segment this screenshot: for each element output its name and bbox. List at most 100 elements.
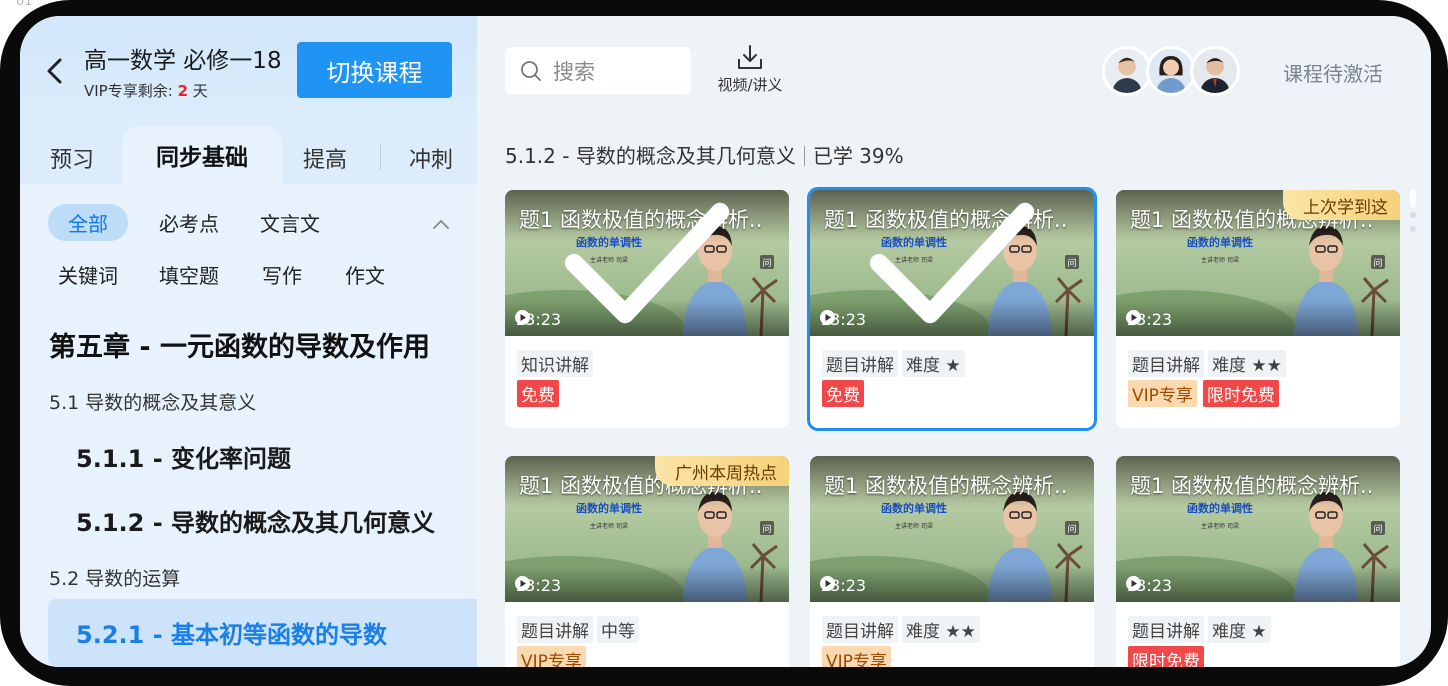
video-badges: 免费 [517, 380, 559, 407]
video-tags: 知识讲解 [517, 350, 593, 377]
course-title: 高一数学 必修一18 [84, 48, 282, 74]
vip-badge: VIP专享 [517, 646, 586, 667]
tab-divider [380, 144, 381, 170]
filter-composition[interactable]: 作文 [345, 260, 385, 289]
search-input[interactable]: 搜索 [505, 47, 691, 94]
video-tags: 题目讲解 难度 ★ [1128, 616, 1271, 643]
search-placeholder: 搜索 [553, 59, 595, 84]
section-title: 5.1 导数的概念及其意义 [49, 392, 257, 414]
free-badge: 免费 [822, 380, 864, 407]
video-badges: 免费 [822, 380, 864, 407]
teacher-avatar [1190, 46, 1240, 96]
tab-improve[interactable]: 提高 [303, 142, 347, 174]
tab-sync-basics[interactable]: 同步基础 [122, 126, 282, 184]
download-button[interactable]: 视频/讲义 [705, 44, 795, 100]
tab-sprint[interactable]: 冲刺 [409, 142, 453, 174]
main-content: 搜索 视频/讲义 课程待激活 5.1.2 - 导数的概念及其几何意义 已学 39… [477, 16, 1431, 667]
lesson-item[interactable]: 5.1.1 - 变化率问题 [76, 439, 291, 474]
video-duration: 13:23 [515, 576, 561, 595]
teacher-avatar-image [1193, 49, 1237, 93]
teacher-avatar-image [1105, 49, 1149, 93]
back-icon [47, 58, 62, 84]
free-badge: 免费 [517, 380, 559, 407]
card-ribbon: 广州本周热点 [655, 456, 789, 486]
video-thumbnail: 问 函数的单调性 主讲老师 司梁 题1 函数极值的概念辨析.. 13:23 [810, 456, 1094, 602]
video-badges: VIP专享 [822, 646, 891, 667]
lesson-item-active[interactable]: 5.2.1 - 基本初等函数的导数 [76, 615, 387, 650]
video-badges: VIP专享 限时免费 [1128, 380, 1279, 407]
scroll-thumb [1410, 190, 1416, 208]
teacher-avatars[interactable] [1102, 46, 1242, 96]
tab-preview[interactable]: 预习 [50, 142, 94, 174]
back-button[interactable] [42, 56, 68, 86]
progress-status: 已学 39% [812, 144, 904, 168]
switch-course-button[interactable]: 切换课程 [297, 42, 452, 98]
video-badges: 限时免费 [1128, 646, 1204, 667]
progress-divider [803, 146, 805, 166]
video-card[interactable]: 问 函数的单调性 主讲老师 司梁 题1 函数极值的概念辨析.. 13:23 上次… [1116, 190, 1400, 428]
video-title: 题1 函数极值的概念辨析.. [824, 474, 1068, 498]
video-card[interactable]: 问 函数的单调性 主讲老师 司梁 题1 函数极值的概念辨析.. 13:23 知识… [505, 190, 789, 428]
vip-remaining-unit: 天 [192, 82, 208, 100]
video-tag: 难度 ★★ [902, 616, 980, 643]
lesson-item[interactable]: 5.1.2 - 导数的概念及其几何意义 [76, 503, 435, 538]
video-tags: 题目讲解 难度 ★ [822, 350, 965, 377]
section-title: 5.2 导数的运算 [49, 568, 181, 590]
sidebar-header: 高一数学 必修一18 VIP专享剩余: 2 天 切换课程 [20, 16, 477, 126]
video-tag: 题目讲解 [1128, 350, 1204, 377]
limited-badge: 限时免费 [1128, 646, 1204, 667]
progress-lesson-title: 5.1.2 - 导数的概念及其几何意义 [505, 144, 796, 168]
chevron-up-icon[interactable] [432, 218, 450, 230]
teacher-avatar [1146, 46, 1196, 96]
sidebar: 高一数学 必修一18 VIP专享剩余: 2 天 切换课程 预习 同步基础 提高 … [20, 16, 477, 667]
video-thumbnail: 问 函数的单调性 主讲老师 司梁 题1 函数极值的概念辨析.. 13:23 [1116, 456, 1400, 602]
video-card[interactable]: 问 函数的单调性 主讲老师 司梁 题1 函数极值的概念辨析.. 13:23 题目… [807, 187, 1097, 431]
check-icon [564, 202, 730, 324]
check-icon [869, 202, 1035, 324]
video-title: 题1 函数极值的概念辨析.. [1130, 474, 1374, 498]
video-tag: 难度 ★ [902, 350, 965, 377]
video-tags: 题目讲解 中等 [517, 616, 639, 643]
limited-badge: 限时免费 [1202, 380, 1279, 407]
page-scroll-indicator[interactable] [1410, 190, 1416, 260]
app-screen: 高一数学 必修一18 VIP专享剩余: 2 天 切换课程 预习 同步基础 提高 … [20, 16, 1431, 667]
video-tag: 知识讲解 [517, 350, 593, 377]
download-label: 视频/讲义 [717, 76, 783, 94]
device-frame: 01 高一数学 必修一18 VIP专享剩余: 2 天 切换课程 预习 同步基础 … [0, 0, 1448, 686]
video-thumbnail: 问 函数的单调性 主讲老师 司梁 题1 函数极值的概念辨析.. 13:23 上次… [1116, 190, 1400, 336]
play-icon [1126, 576, 1141, 591]
video-tag: 难度 ★★ [1208, 350, 1286, 377]
filter-key-points[interactable]: 必考点 [159, 208, 219, 237]
vip-remaining-label: VIP专享剩余: [84, 82, 173, 100]
play-icon [820, 576, 835, 591]
card-ribbon: 上次学到这 [1283, 190, 1400, 220]
stage-tabs: 预习 同步基础 提高 冲刺 [20, 126, 477, 184]
vip-badge: VIP专享 [1128, 380, 1197, 407]
video-card[interactable]: 问 函数的单调性 主讲老师 司梁 题1 函数极值的概念辨析.. 13:23 题目… [1116, 456, 1400, 667]
filter-writing[interactable]: 写作 [262, 260, 302, 289]
video-duration: 13:23 [820, 576, 866, 595]
lesson-progress: 5.1.2 - 导数的概念及其几何意义 已学 39% [505, 140, 904, 169]
video-tag: 题目讲解 [517, 616, 593, 643]
video-duration: 13:23 [1126, 576, 1172, 595]
play-icon [1126, 310, 1141, 325]
teacher-avatar [1102, 46, 1152, 96]
video-tag: 中等 [597, 616, 639, 643]
filter-all[interactable]: 全部 [48, 204, 128, 241]
video-duration: 13:23 [1126, 310, 1172, 329]
video-thumbnail: 问 函数的单调性 主讲老师 司梁 题1 函数极值的概念辨析.. 13:23 [505, 190, 789, 336]
video-badges: VIP专享 [517, 646, 586, 667]
corner-text: 01 [16, 0, 33, 9]
sidebar-content: 全部 必考点 文言文 关键词 填空题 写作 作文 第五章 - 一元函数的导数及作… [20, 184, 477, 667]
vip-badge: VIP专享 [822, 646, 891, 667]
filter-fill-blank[interactable]: 填空题 [159, 260, 219, 289]
play-icon [515, 576, 530, 591]
filter-classical-chinese[interactable]: 文言文 [260, 208, 320, 237]
video-card[interactable]: 问 函数的单调性 主讲老师 司梁 题1 函数极值的概念辨析.. 13:23 广州… [505, 456, 789, 667]
video-tag: 题目讲解 [1128, 616, 1204, 643]
search-icon [521, 60, 541, 81]
activate-course-status[interactable]: 课程待激活 [1283, 58, 1383, 87]
video-thumbnail: 问 函数的单调性 主讲老师 司梁 题1 函数极值的概念辨析.. 13:23 广州… [505, 456, 789, 602]
filter-keywords[interactable]: 关键词 [58, 260, 118, 289]
video-card[interactable]: 问 函数的单调性 主讲老师 司梁 题1 函数极值的概念辨析.. 13:23 题目… [810, 456, 1094, 667]
